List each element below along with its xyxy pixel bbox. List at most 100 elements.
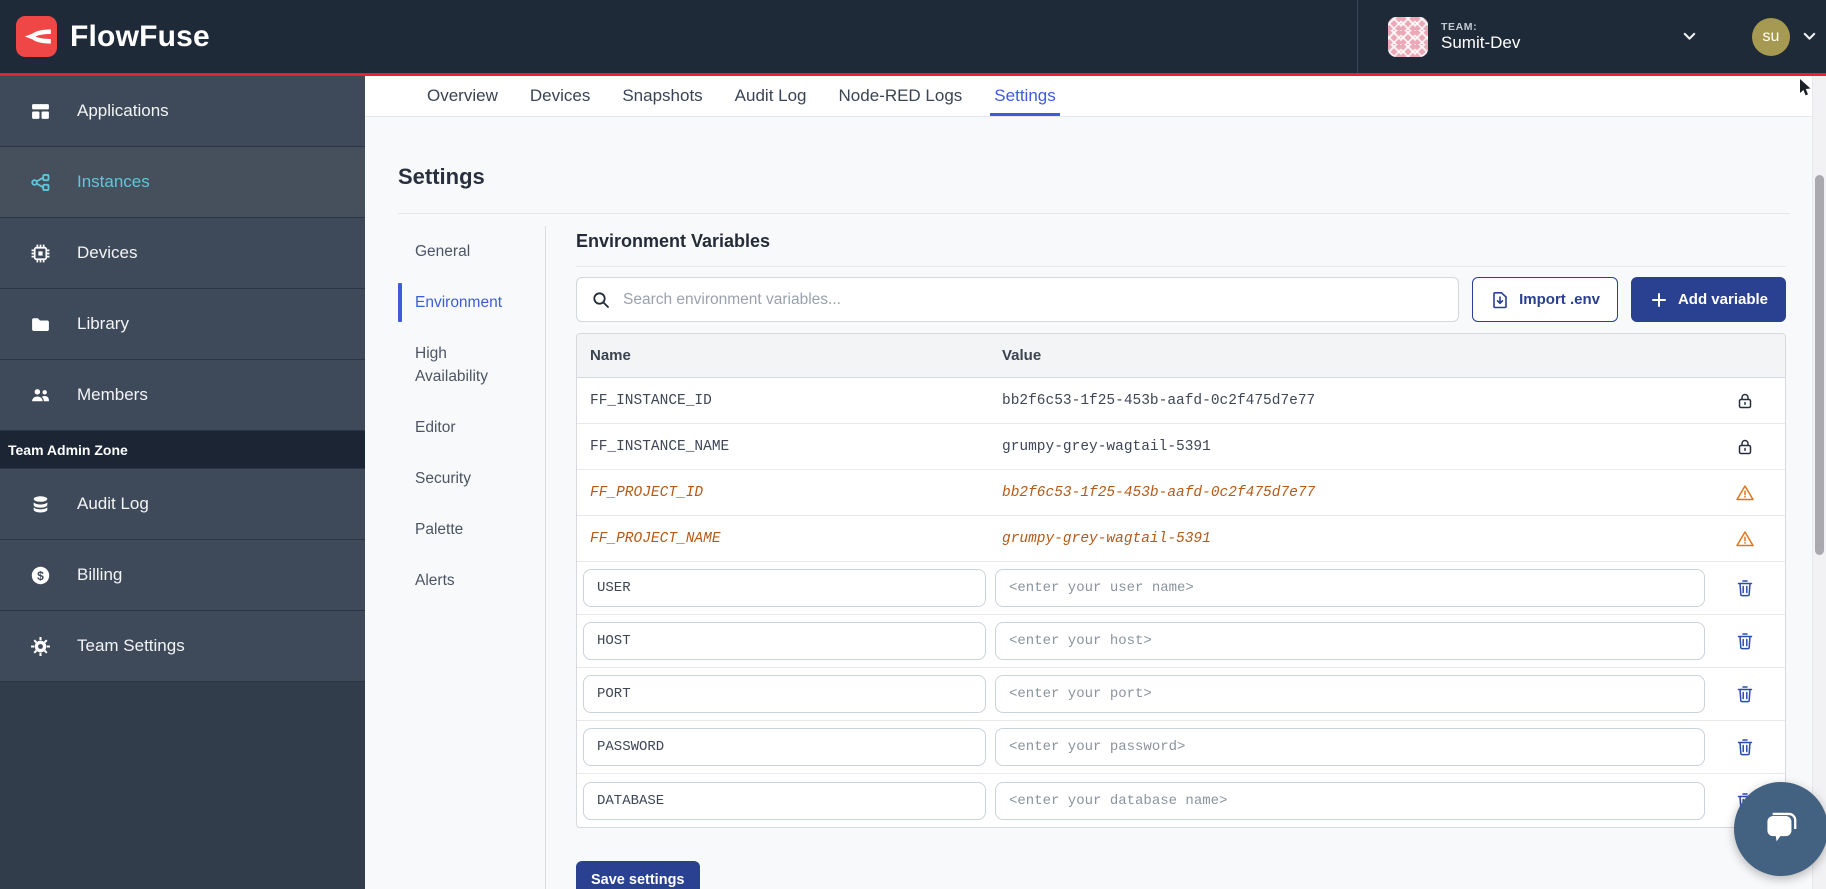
subnav-item-palette[interactable]: Palette	[398, 504, 519, 555]
team-selector[interactable]: TEAM: Sumit-Dev	[1358, 0, 1716, 73]
env-var-name-input[interactable]	[583, 675, 986, 713]
subnav-item-alerts[interactable]: Alerts	[398, 555, 519, 606]
env-var-value: bb2f6c53-1f25-453b-aafd-0c2f475d7e77	[994, 485, 1705, 501]
env-var-value: grumpy-grey-wagtail-5391	[994, 531, 1705, 547]
sidebar-item-label: Devices	[77, 243, 137, 263]
table-row: FF_PROJECT_NAME grumpy-grey-wagtail-5391	[577, 516, 1785, 562]
trash-icon	[1735, 684, 1755, 704]
env-var-value-input[interactable]	[995, 569, 1705, 607]
sidebar-item-library[interactable]: Library	[0, 289, 365, 360]
users-icon	[29, 384, 51, 406]
subnav-item-environment[interactable]: Environment	[398, 277, 519, 328]
subnav-item-high-availability[interactable]: High Availability	[398, 328, 519, 402]
chip-icon	[29, 242, 51, 264]
env-var-value-input[interactable]	[995, 728, 1705, 766]
env-var-name-input[interactable]	[583, 728, 986, 766]
sidebar-item-audit-log[interactable]: Audit Log	[0, 469, 365, 540]
instance-tabbar: Overview Devices Snapshots Audit Log Nod…	[365, 76, 1826, 117]
table-row: FF_INSTANCE_NAME grumpy-grey-wagtail-539…	[577, 424, 1785, 470]
subnav-item-general[interactable]: General	[398, 226, 519, 277]
section-heading: Environment Variables	[576, 230, 1786, 252]
tab-audit-log[interactable]: Audit Log	[719, 76, 823, 116]
env-var-value: grumpy-grey-wagtail-5391	[994, 439, 1705, 455]
env-var-name-input[interactable]	[583, 782, 986, 820]
home-link[interactable]: FlowFuse	[0, 16, 210, 57]
env-var-value-input[interactable]	[995, 782, 1705, 820]
svg-text:$: $	[37, 568, 44, 582]
folder-icon	[29, 313, 51, 335]
scrollbar-track[interactable]	[1812, 76, 1826, 889]
flowfuse-logo-icon	[16, 16, 57, 57]
env-variables-table: Name Value FF_INSTANCE_ID bb2f6c53-1f25-…	[576, 333, 1786, 828]
header-right: TEAM: Sumit-Dev su	[1357, 0, 1826, 73]
env-var-value-input[interactable]	[995, 675, 1705, 713]
page-title: Settings	[398, 164, 1826, 190]
table-row: FF_PROJECT_ID bb2f6c53-1f25-453b-aafd-0c…	[577, 470, 1785, 516]
sidebar-item-devices[interactable]: Devices	[0, 218, 365, 289]
subnav-item-security[interactable]: Security	[398, 453, 519, 504]
delete-variable-button[interactable]	[1733, 735, 1757, 759]
import-env-button[interactable]: Import .env	[1472, 277, 1618, 322]
env-var-name-input[interactable]	[583, 622, 986, 660]
import-env-label: Import .env	[1519, 291, 1600, 308]
env-var-value-input[interactable]	[995, 622, 1705, 660]
sidebar-item-label: Audit Log	[77, 494, 149, 514]
chevron-down-icon	[1799, 26, 1820, 47]
database-icon	[29, 493, 51, 515]
team-texts: TEAM: Sumit-Dev	[1441, 21, 1520, 53]
sidebar-item-billing[interactable]: $ Billing	[0, 540, 365, 611]
sidebar-item-team-settings[interactable]: Team Settings	[0, 611, 365, 682]
user-menu[interactable]: su	[1716, 0, 1826, 73]
save-settings-button[interactable]: Save settings	[576, 861, 700, 889]
title-divider	[398, 213, 1790, 214]
trash-icon	[1735, 631, 1755, 651]
top-header: FlowFuse TEAM: Sumit-Dev su	[0, 0, 1826, 76]
subnav-item-editor[interactable]: Editor	[398, 402, 519, 453]
trash-icon	[1735, 578, 1755, 598]
subnav-divider	[545, 226, 546, 889]
table-row	[577, 774, 1785, 827]
search-icon	[591, 290, 611, 310]
trash-icon	[1735, 737, 1755, 757]
table-row	[577, 562, 1785, 615]
env-var-name-input[interactable]	[583, 569, 986, 607]
chat-bubble-icon	[1758, 806, 1804, 852]
delete-variable-button[interactable]	[1733, 629, 1757, 653]
brand-name: FlowFuse	[70, 20, 210, 54]
warning-icon	[1705, 483, 1785, 503]
table-row	[577, 668, 1785, 721]
team-avatar	[1388, 17, 1428, 57]
env-var-name: FF_PROJECT_ID	[577, 485, 994, 501]
sidebar-item-label: Applications	[77, 101, 169, 121]
scrollbar-thumb[interactable]	[1815, 175, 1824, 555]
chat-widget-button[interactable]	[1734, 782, 1826, 876]
tab-settings[interactable]: Settings	[978, 76, 1071, 116]
gear-icon	[29, 635, 51, 657]
sidebar-item-members[interactable]: Members	[0, 360, 365, 431]
search-input[interactable]	[623, 291, 1444, 309]
tab-devices[interactable]: Devices	[514, 76, 606, 116]
flowfuse-app: FlowFuse TEAM: Sumit-Dev su	[0, 0, 1826, 889]
team-admin-zone-label: Team Admin Zone	[0, 431, 365, 469]
dollar-circle-icon: $	[29, 564, 51, 586]
env-controls: Import .env Add variable	[576, 277, 1786, 322]
main-area: Overview Devices Snapshots Audit Log Nod…	[365, 76, 1826, 889]
column-header-value: Value	[994, 347, 1705, 364]
tab-overview[interactable]: Overview	[411, 76, 514, 116]
table-row	[577, 615, 1785, 668]
lock-icon	[1705, 437, 1785, 457]
lock-icon	[1705, 391, 1785, 411]
settings-subnav: General Environment High Availability Ed…	[398, 226, 545, 889]
delete-variable-button[interactable]	[1733, 576, 1757, 600]
user-avatar: su	[1752, 18, 1790, 56]
sidebar-item-label: Instances	[77, 172, 150, 192]
section-divider	[576, 266, 1786, 267]
add-variable-button[interactable]: Add variable	[1631, 277, 1786, 322]
add-variable-label: Add variable	[1678, 291, 1768, 308]
delete-variable-button[interactable]	[1733, 682, 1757, 706]
tab-snapshots[interactable]: Snapshots	[606, 76, 718, 116]
tab-nodered-logs[interactable]: Node-RED Logs	[823, 76, 979, 116]
sidebar-item-applications[interactable]: Applications	[0, 76, 365, 147]
sidebar-item-instances[interactable]: Instances	[0, 147, 365, 218]
settings-content: Settings General Environment High Availa…	[365, 117, 1826, 889]
